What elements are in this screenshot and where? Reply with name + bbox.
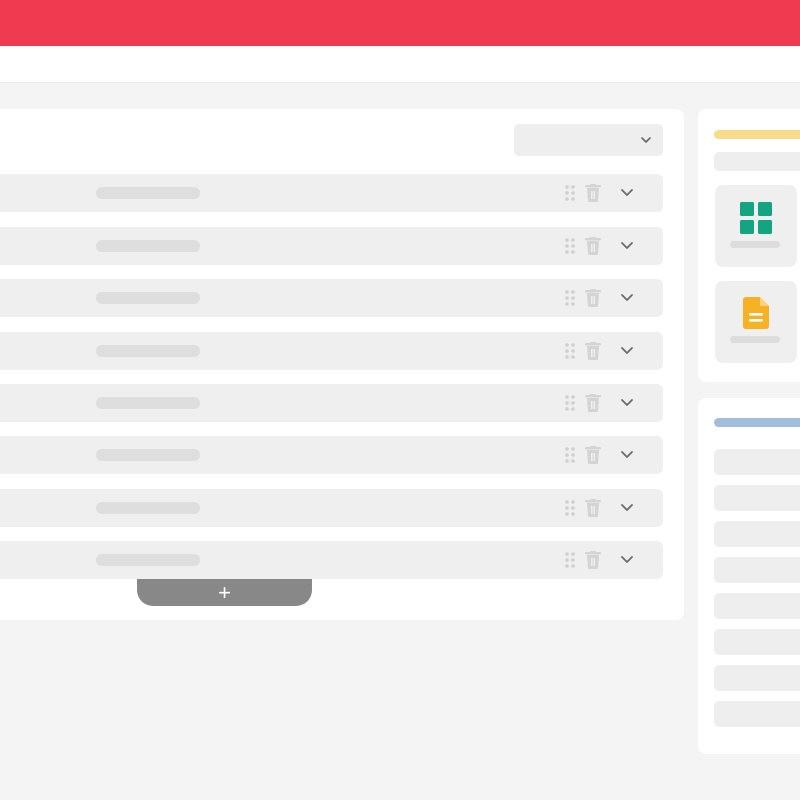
trash-icon[interactable] [585,394,601,412]
type-select[interactable] [514,124,663,156]
chevron-down-icon[interactable] [620,240,634,252]
field-name-placeholder [96,187,200,199]
trash-icon[interactable] [585,499,601,517]
setting-item-placeholder[interactable] [714,521,800,547]
grid-icon [740,202,772,234]
drag-handle-icon[interactable] [565,447,575,463]
drag-handle-icon[interactable] [565,238,575,254]
trash-icon[interactable] [585,237,601,255]
field-name-placeholder [96,449,200,461]
field-name-placeholder [96,292,200,304]
panel-title-placeholder [714,152,800,171]
drag-handle-icon[interactable] [565,552,575,568]
trash-icon[interactable] [585,446,601,464]
document-icon [743,297,769,329]
app-header [0,0,800,46]
widget-label-placeholder [730,336,780,343]
setting-item-placeholder[interactable] [714,557,800,583]
field-row[interactable] [0,174,663,212]
setting-item-placeholder[interactable] [714,485,800,511]
field-name-placeholder [96,397,200,409]
widget-grid[interactable] [715,185,797,267]
widget-label-placeholder [730,241,780,248]
drag-handle-icon[interactable] [565,395,575,411]
chevron-down-icon[interactable] [620,187,634,199]
field-row[interactable] [0,541,663,579]
field-row[interactable] [0,332,663,370]
setting-item-placeholder[interactable] [714,701,800,727]
chevron-down-icon [641,137,651,143]
chevron-down-icon[interactable] [620,397,634,409]
setting-item-placeholder[interactable] [714,449,800,475]
chevron-down-icon[interactable] [620,449,634,461]
setting-item-placeholder[interactable] [714,593,800,619]
toolbar [0,46,800,83]
add-field-button[interactable]: + [137,579,312,606]
field-name-placeholder [96,502,200,514]
panel-accent-bar [714,130,800,139]
drag-handle-icon[interactable] [565,343,575,359]
chevron-down-icon[interactable] [620,554,634,566]
setting-item-placeholder[interactable] [714,629,800,655]
field-row[interactable] [0,384,663,422]
drag-handle-icon[interactable] [565,290,575,306]
chevron-down-icon[interactable] [620,502,634,514]
trash-icon[interactable] [585,289,601,307]
field-name-placeholder [96,554,200,566]
drag-handle-icon[interactable] [565,185,575,201]
trash-icon[interactable] [585,342,601,360]
widget-document[interactable] [715,281,797,363]
field-row[interactable] [0,279,663,317]
panel-accent-bar [714,418,800,427]
plus-icon: + [218,579,231,605]
trash-icon[interactable] [585,551,601,569]
field-row[interactable] [0,436,663,474]
chevron-down-icon[interactable] [620,292,634,304]
field-name-placeholder [96,345,200,357]
field-row[interactable] [0,489,663,527]
trash-icon[interactable] [585,184,601,202]
field-row[interactable] [0,227,663,265]
setting-item-placeholder[interactable] [714,665,800,691]
field-name-placeholder [96,240,200,252]
drag-handle-icon[interactable] [565,500,575,516]
chevron-down-icon[interactable] [620,345,634,357]
